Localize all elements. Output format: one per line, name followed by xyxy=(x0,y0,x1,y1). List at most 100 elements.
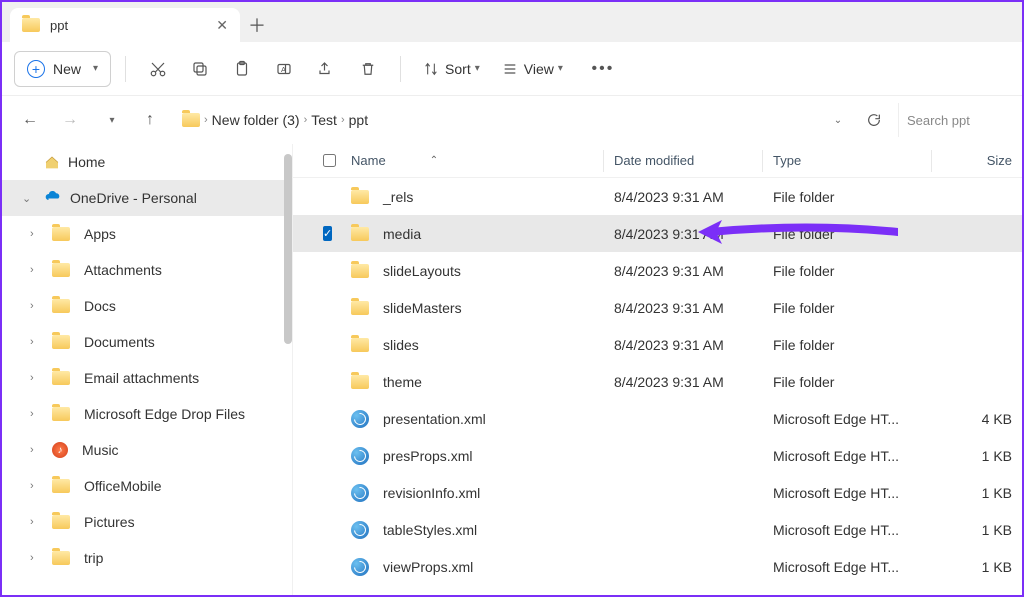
file-name-cell[interactable]: presentation.xml xyxy=(341,410,603,428)
column-type[interactable]: Type xyxy=(763,153,931,168)
dropdown-button[interactable]: ⌄ xyxy=(820,104,852,136)
tab-ppt[interactable]: ppt ✕ xyxy=(10,8,240,42)
file-name: tableStyles.xml xyxy=(383,522,477,538)
file-type: File folder xyxy=(763,300,931,316)
sidebar-onedrive[interactable]: ⌄ OneDrive - Personal xyxy=(2,180,292,216)
folder-icon xyxy=(52,479,70,493)
select-all-checkbox[interactable] xyxy=(313,154,341,167)
toolbar: + New ▾ A Sort ▾ View ▾ ••• xyxy=(2,42,1022,96)
file-type: File folder xyxy=(763,226,931,242)
file-type: Microsoft Edge HT... xyxy=(763,411,931,427)
sidebar-item[interactable]: ›Apps xyxy=(2,216,292,252)
file-row[interactable]: revisionInfo.xmlMicrosoft Edge HT...1 KB xyxy=(293,474,1022,511)
file-row[interactable]: slides8/4/2023 9:31 AMFile folder xyxy=(293,326,1022,363)
sidebar-item[interactable]: ›♪Music xyxy=(2,432,292,468)
file-size: 1 KB xyxy=(932,522,1022,538)
sidebar-home[interactable]: Home xyxy=(2,144,292,180)
share-button[interactable] xyxy=(308,51,344,87)
chevron-right-icon[interactable]: › xyxy=(30,552,44,564)
crumb-segment[interactable]: ppt xyxy=(349,112,368,128)
file-row[interactable]: _rels8/4/2023 9:31 AMFile folder xyxy=(293,178,1022,215)
file-row[interactable]: ✓media8/4/2023 9:31 AMFile folder xyxy=(293,215,1022,252)
file-row[interactable]: viewProps.xmlMicrosoft Edge HT...1 KB xyxy=(293,548,1022,585)
chevron-right-icon[interactable]: › xyxy=(30,444,44,456)
chevron-right-icon[interactable]: › xyxy=(30,300,44,312)
file-name-cell[interactable]: viewProps.xml xyxy=(341,558,603,576)
file-name: revisionInfo.xml xyxy=(383,485,480,501)
file-type: Microsoft Edge HT... xyxy=(763,559,931,575)
sidebar-item[interactable]: ›Microsoft Edge Drop Files xyxy=(2,396,292,432)
cut-button[interactable] xyxy=(140,51,176,87)
file-row[interactable]: slideLayouts8/4/2023 9:31 AMFile folder xyxy=(293,252,1022,289)
search-input[interactable]: Search ppt xyxy=(898,103,1010,137)
file-row[interactable]: theme8/4/2023 9:31 AMFile folder xyxy=(293,363,1022,400)
chevron-right-icon[interactable]: › xyxy=(30,264,44,276)
file-name: presentation.xml xyxy=(383,411,486,427)
row-checkbox[interactable]: ✓ xyxy=(313,226,341,241)
file-name-cell[interactable]: slideMasters xyxy=(341,300,603,316)
file-name-cell[interactable]: presProps.xml xyxy=(341,447,603,465)
copy-button[interactable] xyxy=(182,51,218,87)
close-icon[interactable]: ✕ xyxy=(216,17,228,34)
crumb-segment[interactable]: New folder (3) xyxy=(212,112,300,128)
chevron-right-icon[interactable]: › xyxy=(30,372,44,384)
chevron-right-icon[interactable]: › xyxy=(30,480,44,492)
column-name[interactable]: Name⌃ xyxy=(341,153,603,168)
sidebar-item-label: Music xyxy=(82,442,119,458)
folder-icon xyxy=(351,338,369,352)
view-button[interactable]: View ▾ xyxy=(494,51,571,87)
rename-button[interactable]: A xyxy=(266,51,302,87)
sidebar-item[interactable]: ›trip xyxy=(2,540,292,576)
chevron-right-icon: › xyxy=(304,114,308,126)
file-name: slides xyxy=(383,337,419,353)
more-button[interactable]: ••• xyxy=(585,51,621,87)
file-name-cell[interactable]: slides xyxy=(341,337,603,353)
refresh-button[interactable] xyxy=(858,104,890,136)
file-name-cell[interactable]: media xyxy=(341,226,603,242)
breadcrumb[interactable]: › New folder (3) › Test › ppt xyxy=(174,103,812,137)
chevron-right-icon[interactable]: › xyxy=(30,516,44,528)
file-name-cell[interactable]: theme xyxy=(341,374,603,390)
chevron-right-icon[interactable]: › xyxy=(30,336,44,348)
file-name-cell[interactable]: _rels xyxy=(341,189,603,205)
sidebar-item[interactable]: ›Pictures xyxy=(2,504,292,540)
up-button[interactable]: ↑ xyxy=(134,104,166,136)
file-row[interactable]: tableStyles.xmlMicrosoft Edge HT...1 KB xyxy=(293,511,1022,548)
paste-button[interactable] xyxy=(224,51,260,87)
chevron-right-icon: › xyxy=(341,114,345,126)
column-date[interactable]: Date modified xyxy=(604,153,762,168)
file-name-cell[interactable]: tableStyles.xml xyxy=(341,521,603,539)
file-row[interactable]: presentation.xmlMicrosoft Edge HT...4 KB xyxy=(293,400,1022,437)
file-size: 1 KB xyxy=(932,485,1022,501)
file-date: 8/4/2023 9:31 AM xyxy=(604,374,762,390)
column-size[interactable]: Size xyxy=(932,153,1022,168)
sidebar-item[interactable]: ›Attachments xyxy=(2,252,292,288)
file-name-cell[interactable]: revisionInfo.xml xyxy=(341,484,603,502)
crumb-segment[interactable]: Test xyxy=(311,112,337,128)
content-area: Home ⌄ OneDrive - Personal ›Apps›Attachm… xyxy=(2,144,1022,595)
file-list: Name⌃ Date modified Type Size _rels8/4/2… xyxy=(293,144,1022,595)
file-row[interactable]: presProps.xmlMicrosoft Edge HT...1 KB xyxy=(293,437,1022,474)
recent-button[interactable]: ▾ xyxy=(94,104,126,136)
sidebar-item[interactable]: ›Docs xyxy=(2,288,292,324)
sort-button[interactable]: Sort ▾ xyxy=(415,51,488,87)
sidebar-item[interactable]: ›Email attachments xyxy=(2,360,292,396)
chevron-right-icon[interactable]: › xyxy=(30,408,44,420)
new-tab-button[interactable]: ＋ xyxy=(240,8,274,42)
back-button[interactable]: ← xyxy=(14,104,46,136)
sidebar-item[interactable]: ›OfficeMobile xyxy=(2,468,292,504)
sort-label: Sort xyxy=(445,61,471,77)
scrollbar-thumb[interactable] xyxy=(284,154,292,344)
edge-file-icon xyxy=(351,410,369,428)
file-name: presProps.xml xyxy=(383,448,472,464)
delete-button[interactable] xyxy=(350,51,386,87)
file-row[interactable]: slideMasters8/4/2023 9:31 AMFile folder xyxy=(293,289,1022,326)
file-type: File folder xyxy=(763,337,931,353)
sidebar-item[interactable]: ›Documents xyxy=(2,324,292,360)
new-button[interactable]: + New ▾ xyxy=(14,51,111,87)
forward-button[interactable]: → xyxy=(54,104,86,136)
edge-file-icon xyxy=(351,447,369,465)
file-name-cell[interactable]: slideLayouts xyxy=(341,263,603,279)
chevron-down-icon[interactable]: ⌄ xyxy=(22,192,36,205)
chevron-right-icon[interactable]: › xyxy=(30,228,44,240)
